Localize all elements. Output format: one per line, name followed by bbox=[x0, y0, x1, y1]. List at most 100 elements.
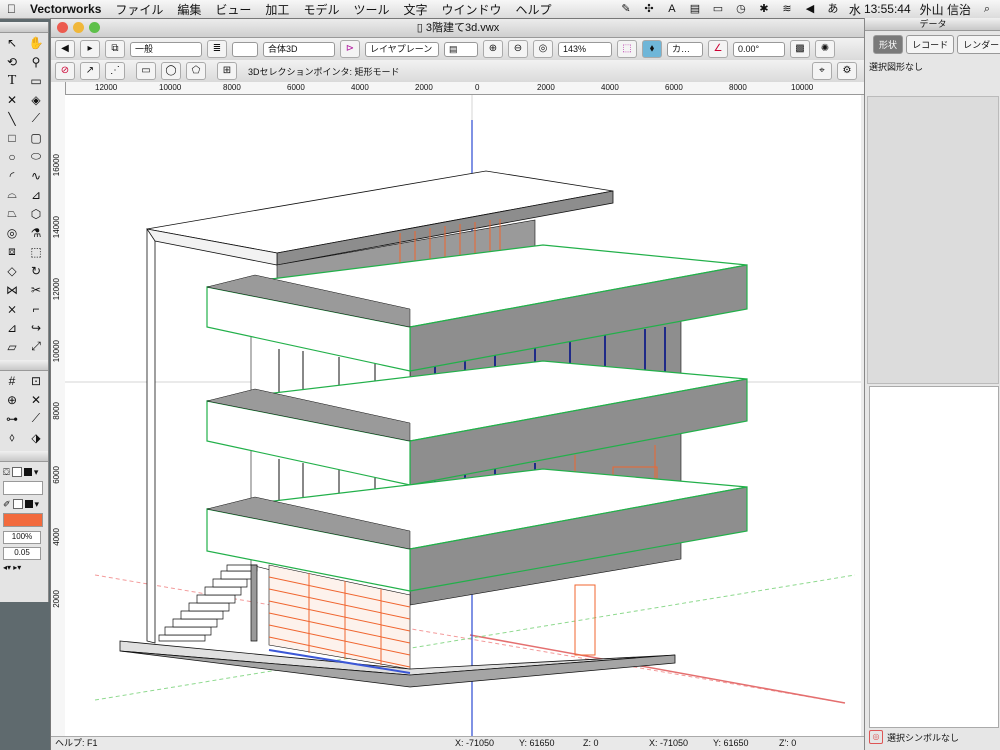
snap-icon[interactable]: ⌖ bbox=[812, 62, 832, 80]
render-options-icon[interactable]: ▩ bbox=[790, 40, 810, 58]
wifi-icon[interactable]: ≋ bbox=[780, 3, 794, 15]
class-select[interactable]: 一般 bbox=[130, 41, 202, 57]
pan-tool-icon[interactable]: ✋ bbox=[24, 33, 48, 52]
reshape-tool-icon[interactable]: ◇ bbox=[0, 261, 24, 280]
zoom-button[interactable] bbox=[89, 22, 100, 33]
minimize-button[interactable] bbox=[73, 22, 84, 33]
snap-angle-icon[interactable]: ⊕ bbox=[0, 390, 24, 409]
trim-tool-icon[interactable]: ⨯ bbox=[0, 299, 24, 318]
settings-gear-icon[interactable]: ⚙ bbox=[837, 62, 857, 80]
snap-intersection-icon[interactable]: ✕ bbox=[24, 390, 48, 409]
opacity-field[interactable]: 100% bbox=[3, 531, 41, 544]
menu-window[interactable]: ウインドウ bbox=[434, 1, 508, 18]
adobe-icon[interactable]: A bbox=[665, 3, 679, 15]
display-icon[interactable]: ▭ bbox=[711, 3, 725, 15]
zoom-in-icon[interactable]: ⊕ bbox=[483, 40, 503, 58]
page-setup-select[interactable]: ▤ bbox=[444, 41, 478, 57]
menu-tools[interactable]: ツール bbox=[346, 1, 396, 18]
time-machine-icon[interactable]: ◷ bbox=[734, 3, 748, 15]
menu-view[interactable]: ビュー bbox=[208, 1, 258, 18]
spiral-tool-icon[interactable]: ◎ bbox=[0, 223, 24, 242]
clock-time[interactable]: 13:55:44 bbox=[864, 2, 911, 16]
input-method-icon[interactable]: あ bbox=[826, 3, 840, 15]
oval-tool-icon[interactable]: ⬭ bbox=[24, 147, 48, 166]
standard-view-icon[interactable]: ⬚ bbox=[617, 40, 637, 58]
activity-icon[interactable]: ▤ bbox=[688, 3, 702, 15]
exclude-icon[interactable]: ⊘ bbox=[55, 62, 75, 80]
volume-icon[interactable]: ◀ bbox=[803, 3, 817, 15]
snap-object-icon[interactable]: ⊡ bbox=[24, 371, 48, 390]
arrowhead-row[interactable]: ◂▾ ▸▾ bbox=[3, 563, 45, 572]
snap-surface-icon[interactable]: ⬨ bbox=[0, 428, 24, 447]
callout-tool-icon[interactable]: ▭ bbox=[24, 71, 48, 90]
render-mode-select[interactable]: カ… bbox=[667, 41, 703, 57]
polyline-tool-icon[interactable]: ⌓ bbox=[0, 185, 24, 204]
zoom-tool-icon[interactable]: ⚲ bbox=[24, 52, 48, 71]
angle-field[interactable]: 0.00° bbox=[733, 41, 785, 57]
flyover-tool-icon[interactable]: ⟲ bbox=[0, 52, 24, 71]
snap-working-plane-icon[interactable]: ⬗ bbox=[24, 428, 48, 447]
dimension-tool-icon[interactable]: ⟋ bbox=[24, 109, 48, 128]
line-tool-icon[interactable]: ╲ bbox=[0, 109, 24, 128]
view-select[interactable]: 合体3D bbox=[263, 41, 335, 57]
back-icon[interactable]: ◀ bbox=[55, 40, 75, 58]
clock-day[interactable]: 水 bbox=[849, 1, 861, 18]
tab-record[interactable]: レコード bbox=[906, 35, 955, 54]
angle-icon[interactable]: ∠ bbox=[708, 40, 728, 58]
chamfer-tool-icon[interactable]: ⊿ bbox=[0, 318, 24, 337]
fit-icon[interactable]: ◎ bbox=[533, 40, 553, 58]
close-button[interactable] bbox=[57, 22, 68, 33]
zoom-field[interactable]: 143% bbox=[558, 41, 612, 57]
3d-locus-tool-icon[interactable]: ◈ bbox=[24, 90, 48, 109]
tab-render[interactable]: レンダー bbox=[957, 35, 1000, 54]
text-tool-icon[interactable]: T bbox=[0, 71, 24, 90]
eraser-tool-icon[interactable]: ▱ bbox=[0, 337, 24, 356]
menu-text[interactable]: 文字 bbox=[396, 1, 434, 18]
locus-tool-icon[interactable]: ✕ bbox=[0, 90, 24, 109]
drawing-canvas[interactable] bbox=[65, 95, 861, 736]
layer-plane-select[interactable]: レイヤプレーン bbox=[365, 41, 439, 57]
layer-stack-icon[interactable]: ≣ bbox=[207, 40, 227, 58]
puzzle-icon[interactable]: ✣ bbox=[642, 3, 656, 15]
pen-row[interactable]: ✐ ▾ bbox=[3, 497, 45, 511]
rounded-rectangle-tool-icon[interactable]: ▢ bbox=[24, 128, 48, 147]
blank-select[interactable] bbox=[232, 41, 258, 57]
pointer-mode-icon[interactable]: ↗ bbox=[80, 62, 100, 80]
eyedropper-tool-icon[interactable]: ⚗ bbox=[24, 223, 48, 242]
forward-icon[interactable]: ▸ bbox=[80, 40, 100, 58]
polygon-tool-icon[interactable]: ⏢ bbox=[0, 204, 24, 223]
menu-app-name[interactable]: Vectorworks bbox=[23, 2, 108, 16]
freehand-tool-icon[interactable]: ∿ bbox=[24, 166, 48, 185]
lasso-mode-icon[interactable]: ⋰ bbox=[105, 62, 125, 80]
layer-options-icon[interactable]: ⊳ bbox=[340, 40, 360, 58]
menu-file[interactable]: ファイル bbox=[108, 1, 170, 18]
lasso-select-mode-icon[interactable]: ⬠ bbox=[186, 62, 206, 80]
arc-tool-icon[interactable]: ◜ bbox=[0, 166, 24, 185]
rect-select-mode-icon[interactable]: ▭ bbox=[136, 62, 156, 80]
zoom-out-icon[interactable]: ⊖ bbox=[508, 40, 528, 58]
polygon-select-mode-icon[interactable]: ◯ bbox=[161, 62, 181, 80]
projection-icon[interactable]: ⬧ bbox=[642, 40, 662, 58]
rotate-tool-icon[interactable]: ↻ bbox=[24, 261, 48, 280]
menu-edit[interactable]: 編集 bbox=[170, 1, 208, 18]
fillet-tool-icon[interactable]: ⌐ bbox=[24, 299, 48, 318]
class-visibility-icon[interactable]: ⧉ bbox=[105, 40, 125, 58]
menu-modify[interactable]: 加工 bbox=[258, 1, 296, 18]
line-weight-field[interactable]: 0.05 bbox=[3, 547, 41, 560]
regular-polygon-tool-icon[interactable]: ⬡ bbox=[24, 204, 48, 223]
mirror-tool-icon[interactable]: ⋈ bbox=[0, 280, 24, 299]
connect-tool-icon[interactable]: ↪ bbox=[24, 318, 48, 337]
split-tool-icon[interactable]: ✂ bbox=[24, 280, 48, 299]
light-icon[interactable]: ✺ bbox=[815, 40, 835, 58]
double-line-polygon-icon[interactable]: ⊿ bbox=[24, 185, 48, 204]
pen-color-swatch[interactable] bbox=[3, 513, 43, 527]
script-icon[interactable]: ✎ bbox=[619, 3, 633, 15]
fill-preview[interactable] bbox=[3, 481, 43, 495]
offset-tool-icon[interactable]: ⧈ bbox=[0, 242, 24, 261]
spotlight-icon[interactable]: ⌕ bbox=[980, 3, 994, 15]
fill-row[interactable]: ⛋ ▾ bbox=[3, 465, 45, 479]
preferences-icon[interactable]: ⊞ bbox=[217, 62, 237, 80]
building-model-view[interactable] bbox=[65, 95, 861, 736]
snap-distance-icon[interactable]: ⊶ bbox=[0, 409, 24, 428]
snap-grid-icon[interactable]: # bbox=[0, 371, 24, 390]
